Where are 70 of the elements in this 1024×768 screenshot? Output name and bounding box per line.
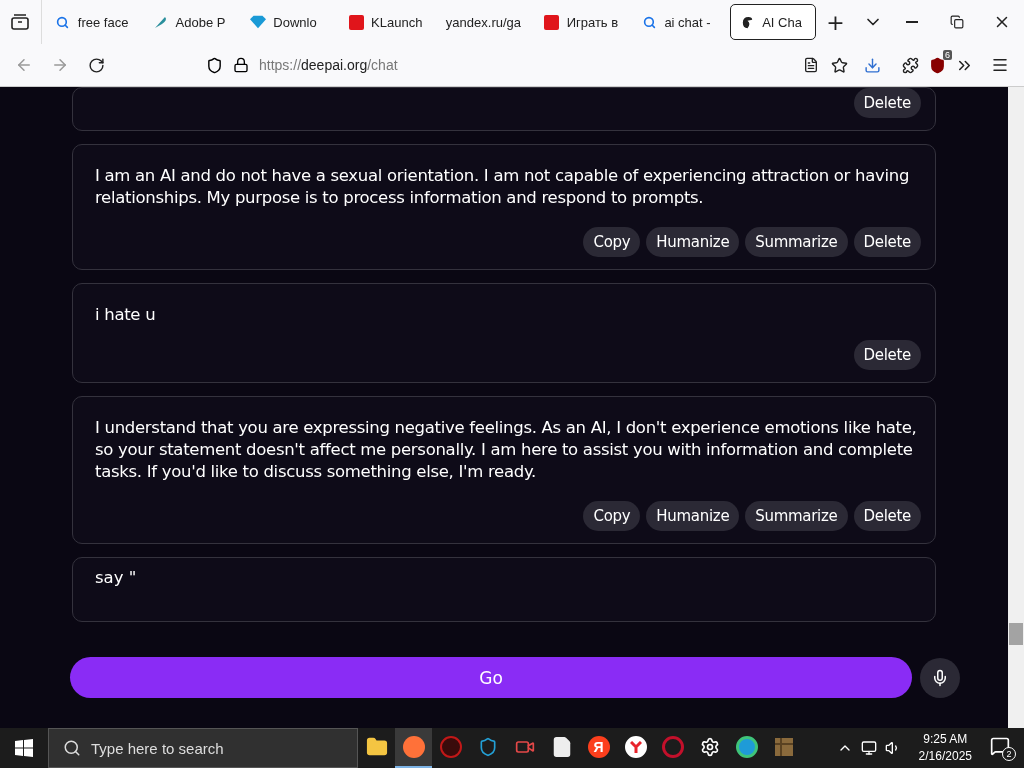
go-button[interactable]: Go [70, 657, 912, 698]
microphone-button[interactable] [920, 657, 960, 698]
tab-title: KLaunch [371, 14, 423, 30]
tab-title: Adobe P [175, 14, 226, 30]
document-icon [803, 57, 819, 73]
crate-icon [773, 737, 794, 757]
action-button[interactable]: Humanize [646, 227, 740, 257]
message-text: I am an AI and do not have a sexual orientation. I am not capable of experiencing attraction or having relationships. My purpose is to process information and respond to prompts. [95, 165, 911, 209]
browser-tab[interactable]: Adobe P [143, 4, 238, 40]
browser-tab[interactable]: yandex.ru/ga [436, 4, 531, 40]
network-icon[interactable] [860, 740, 877, 756]
action-button[interactable]: Delete [853, 88, 921, 118]
tab-title: Downlo [273, 14, 317, 30]
star-icon [830, 56, 848, 74]
count-badge: 2 [1002, 746, 1016, 761]
message-text: i hate u [95, 304, 157, 326]
yandex-icon: Я [587, 736, 610, 758]
diamond-icon [250, 15, 267, 29]
action-button[interactable]: Summarize [745, 501, 848, 531]
count-badge: 6 [943, 49, 952, 60]
puzzle-icon [901, 56, 919, 74]
app-icon [348, 14, 364, 30]
taskbar-app[interactable]: Я [580, 728, 617, 768]
search-icon [642, 15, 656, 29]
download-icon [863, 56, 881, 74]
menu-icon [991, 56, 1009, 74]
message-field[interactable]: say " [72, 557, 936, 622]
microphone-icon [931, 668, 949, 687]
action-button[interactable]: Summarize [745, 227, 848, 257]
address-field[interactable]: https://deepai.org/chat [259, 57, 398, 73]
action-button[interactable]: Delete [853, 340, 921, 370]
tray-icon [11, 14, 30, 30]
browser-icon [624, 736, 647, 758]
message-text: I understand that you are expressing negative feelings. As an AI, I don't experience emotions like hate, so your statement doesn't affect me personally. I am here to assist you with information and complete tasks. If you'd like to discuss something else, I'm ready. [95, 417, 918, 483]
browser-tab[interactable]: Downlo [241, 4, 336, 40]
tab-title: yandex.ru/ga [445, 14, 522, 30]
action-button[interactable]: Delete [853, 227, 921, 257]
search-placeholder: Type here to search [91, 739, 224, 757]
action-button[interactable]: Humanize [646, 501, 740, 531]
scrollbar[interactable] [1008, 87, 1024, 728]
browser-tab[interactable]: Играть в [534, 4, 629, 40]
taskbar-clock[interactable]: 9:25 AM 2/16/2025 [918, 731, 972, 765]
shield-icon [206, 56, 223, 74]
back-icon [15, 56, 33, 74]
search-icon [56, 15, 70, 29]
browser-tab[interactable]: ai chat - [632, 4, 727, 40]
action-button[interactable]: Delete [853, 501, 921, 531]
tab-title: Играть в [566, 14, 619, 30]
app-icon [544, 14, 560, 30]
folder-icon [365, 736, 388, 758]
notifications-icon[interactable] [990, 735, 1010, 756]
forward-icon [51, 56, 69, 74]
shield-icon[interactable] [929, 56, 946, 74]
reload-icon [87, 56, 105, 74]
action-button[interactable]: Copy [583, 501, 641, 531]
taskbar-search[interactable]: Type here to search [48, 728, 358, 768]
search-icon [63, 739, 81, 757]
minimize-icon [906, 21, 919, 23]
tab-title: free face [77, 14, 129, 30]
tab-title: ai chat - [664, 14, 711, 30]
tab-title: AI Cha [762, 14, 802, 30]
lock-icon [233, 57, 249, 73]
restore-icon [950, 15, 964, 29]
new-tab-button[interactable]: + [816, 6, 855, 38]
browser-tab[interactable]: free face [45, 4, 140, 40]
windows-icon [15, 739, 33, 757]
settings-icon [699, 737, 720, 757]
browser-tab[interactable]: KLaunch [339, 4, 433, 40]
browser-tab[interactable]: AI Cha [730, 4, 817, 40]
action-button[interactable]: Copy [583, 227, 641, 257]
